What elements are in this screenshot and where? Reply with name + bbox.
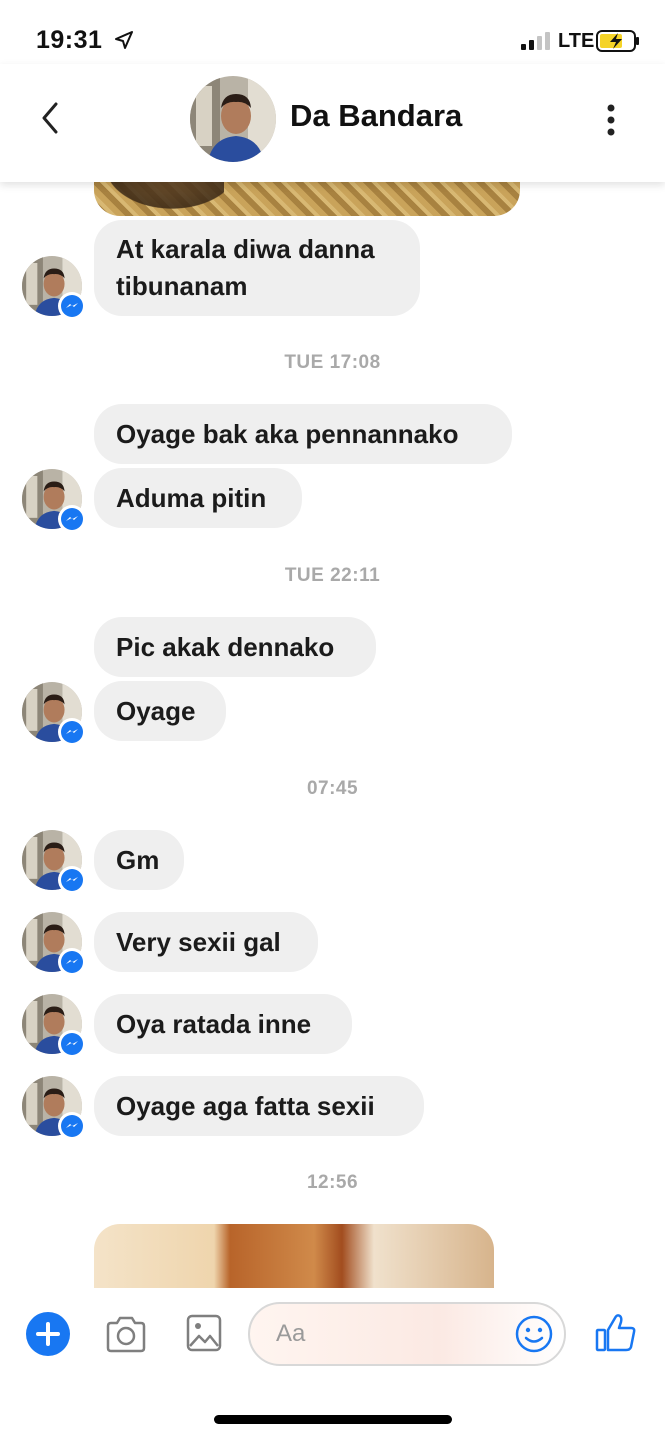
sender-avatar[interactable] bbox=[22, 682, 86, 746]
messenger-badge-icon bbox=[58, 948, 86, 976]
timestamp: 12:56 bbox=[306, 1172, 359, 1193]
message-bubble[interactable]: Oyage bbox=[94, 681, 226, 741]
messenger-badge-icon bbox=[58, 1030, 86, 1058]
conversation-header: Da Bandara bbox=[0, 64, 665, 182]
timestamp: TUE 22:11 bbox=[284, 565, 381, 586]
sender-avatar[interactable] bbox=[22, 994, 86, 1058]
sender-avatar[interactable] bbox=[22, 1076, 86, 1140]
timestamp: 07:45 bbox=[306, 778, 359, 799]
message-bubble[interactable]: At karala diwa danna tibunanam bbox=[94, 220, 420, 316]
messenger-badge-icon bbox=[58, 292, 86, 320]
message-text: Oyage bak aka pennannako bbox=[116, 418, 459, 449]
sender-avatar[interactable] bbox=[22, 256, 86, 320]
message-composer bbox=[0, 1288, 665, 1380]
message-bubble[interactable]: Gm bbox=[94, 830, 184, 890]
messenger-badge-icon bbox=[58, 505, 86, 533]
message-text: Oyage bbox=[116, 695, 196, 726]
plus-icon[interactable] bbox=[26, 1312, 70, 1356]
messenger-badge-icon bbox=[58, 718, 86, 746]
message-bubble[interactable]: Oyage bak aka pennannako bbox=[94, 404, 512, 464]
messenger-badge-icon bbox=[58, 1112, 86, 1140]
message-bubble[interactable]: Oyage aga fatta sexii bbox=[94, 1076, 424, 1136]
message-text: Very sexii gal bbox=[116, 926, 281, 957]
network-type: LTE bbox=[558, 30, 595, 52]
home-indicator[interactable] bbox=[214, 1415, 452, 1424]
message-text: Oya ratada inne bbox=[116, 1008, 312, 1039]
message-list[interactable]: At karala diwa danna tibunanam TUE 17:08… bbox=[0, 182, 665, 1288]
message-text: Aduma pitin bbox=[116, 482, 267, 513]
message-text: Oyage aga fatta sexii bbox=[116, 1090, 375, 1121]
message-text: Gm bbox=[116, 844, 160, 875]
timestamp: TUE 17:08 bbox=[284, 352, 381, 373]
message-bubble[interactable]: Aduma pitin bbox=[94, 468, 302, 528]
sender-avatar[interactable] bbox=[22, 469, 86, 533]
messenger-badge-icon bbox=[58, 866, 86, 894]
message-bubble[interactable]: Oya ratada inne bbox=[94, 994, 352, 1054]
sender-avatar[interactable] bbox=[22, 830, 86, 894]
photo-message[interactable] bbox=[94, 1224, 494, 1288]
message-bubble[interactable]: Very sexii gal bbox=[94, 912, 318, 972]
contact-avatar[interactable] bbox=[190, 76, 276, 162]
signal-icon bbox=[521, 32, 550, 50]
back-chevron-icon[interactable] bbox=[34, 98, 68, 138]
avatar-photo bbox=[190, 76, 276, 162]
sender-avatar[interactable] bbox=[22, 912, 86, 976]
contact-name[interactable]: Da Bandara bbox=[290, 98, 462, 134]
gallery-icon[interactable] bbox=[186, 1314, 222, 1352]
location-arrow-icon bbox=[115, 31, 133, 49]
message-text: Pic akak dennako bbox=[116, 631, 335, 662]
status-time: 19:31 bbox=[36, 26, 103, 54]
photo-message[interactable] bbox=[94, 182, 520, 216]
thumbs-up-icon[interactable] bbox=[594, 1310, 638, 1354]
message-bubble[interactable]: Pic akak dennako bbox=[94, 617, 376, 677]
battery-charging-icon bbox=[596, 30, 639, 52]
message-text: At karala diwa danna tibunanam bbox=[116, 234, 375, 301]
more-vertical-icon[interactable] bbox=[600, 100, 622, 140]
camera-icon[interactable] bbox=[104, 1314, 148, 1354]
emoji-icon[interactable] bbox=[514, 1314, 554, 1354]
